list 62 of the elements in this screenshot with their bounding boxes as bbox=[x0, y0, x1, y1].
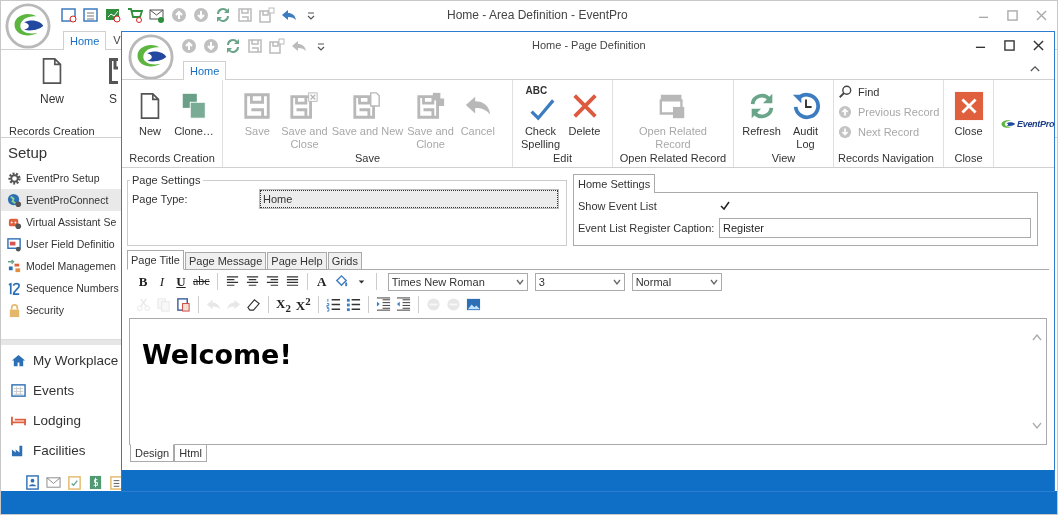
sidebar-item[interactable]: Sequence Numbers bbox=[1, 277, 122, 299]
brand-logo: EventPro bbox=[994, 80, 1058, 167]
ribbon-tab[interactable]: Home bbox=[183, 61, 227, 80]
caption-field[interactable]: Register bbox=[719, 218, 1031, 238]
ribbon-button[interactable]: New bbox=[130, 80, 170, 152]
tab[interactable]: Home Settings bbox=[573, 174, 656, 193]
group-label: Edit bbox=[553, 152, 572, 166]
sidebar-item[interactable]: EventPro Setup bbox=[1, 167, 122, 189]
ribbon-button[interactable]: Close bbox=[948, 80, 989, 152]
group-label: Close bbox=[954, 152, 983, 166]
ribbon-button[interactable]: Delete bbox=[564, 80, 605, 152]
ribbon-button[interactable]: Audit Log bbox=[785, 80, 826, 152]
tab[interactable]: Grids bbox=[327, 252, 362, 269]
sidebar-item[interactable]: Virtual Assistant Se bbox=[1, 211, 122, 233]
field-label: Event List Register Caption: bbox=[578, 222, 716, 234]
font-color-button[interactable]: A bbox=[314, 273, 329, 290]
superscript-button[interactable]: X$^{2}$ bbox=[295, 294, 311, 315]
ribbon-button[interactable]: Find bbox=[838, 85, 940, 99]
nav-item[interactable]: My Workplace bbox=[1, 345, 122, 375]
bold-button[interactable]: B bbox=[136, 273, 150, 290]
group-label: Open Related Record bbox=[619, 152, 727, 166]
window-title: Home - Page Definition bbox=[532, 39, 646, 51]
tab[interactable]: Page Help bbox=[267, 252, 327, 269]
ribbon-tab[interactable]: V bbox=[106, 30, 122, 49]
page-type-field[interactable]: Home bbox=[260, 190, 558, 208]
tab[interactable]: Page Message bbox=[184, 252, 267, 269]
ribbon-tab[interactable]: Home bbox=[63, 31, 107, 50]
italic-button[interactable]: I bbox=[155, 273, 169, 290]
dropdown[interactable]: 3 bbox=[534, 272, 625, 291]
ribbon-button[interactable]: New bbox=[37, 56, 67, 115]
ribbon-button[interactable]: ABC Check Spelling bbox=[520, 80, 561, 152]
ribbon-button[interactable]: Clone… bbox=[174, 80, 214, 152]
field-label: Page Type: bbox=[132, 193, 189, 205]
group-label: Records Navigation bbox=[838, 152, 934, 166]
page-heading: Welcome! bbox=[141, 338, 293, 370]
ribbon-button[interactable]: Refresh bbox=[741, 80, 782, 152]
group-label: Records Creation bbox=[129, 152, 215, 166]
tab[interactable]: Html bbox=[174, 445, 207, 462]
group-label: Records Creation bbox=[8, 125, 96, 137]
group-label: View bbox=[771, 152, 796, 166]
sidebar-item[interactable]: User Field Definitio bbox=[1, 233, 122, 255]
group-label: Save bbox=[354, 152, 381, 166]
sidebar-header: Setup bbox=[7, 143, 49, 163]
sidebar-item[interactable]: Security bbox=[1, 299, 122, 321]
dropdown[interactable]: Times New Roman bbox=[387, 272, 528, 291]
strike-button[interactable]: abc bbox=[193, 274, 210, 289]
ribbon-button[interactable]: S bbox=[109, 56, 118, 115]
icon-label: ABC bbox=[525, 85, 548, 96]
sidebar-item[interactable]: EventProConnect bbox=[1, 189, 122, 211]
nav-item[interactable]: Facilities bbox=[1, 435, 122, 465]
underline-button[interactable]: U bbox=[174, 273, 188, 290]
subscript-button[interactable]: X$_{2}$ bbox=[276, 295, 291, 314]
dropdown[interactable]: Normal bbox=[631, 272, 722, 291]
field-label: Show Event List bbox=[578, 200, 658, 212]
nav-item[interactable]: Lodging bbox=[1, 405, 122, 435]
group-title: Page Settings bbox=[131, 174, 202, 186]
sidebar-item[interactable]: Model Managemen bbox=[1, 255, 122, 277]
nav-item[interactable]: Events bbox=[1, 375, 122, 405]
tab[interactable]: Design bbox=[130, 444, 175, 462]
window-title: Home - Area Definition - EventPro bbox=[447, 8, 628, 22]
tab[interactable]: Page Title bbox=[127, 250, 184, 270]
editor-area[interactable]: Welcome! bbox=[129, 318, 1047, 445]
